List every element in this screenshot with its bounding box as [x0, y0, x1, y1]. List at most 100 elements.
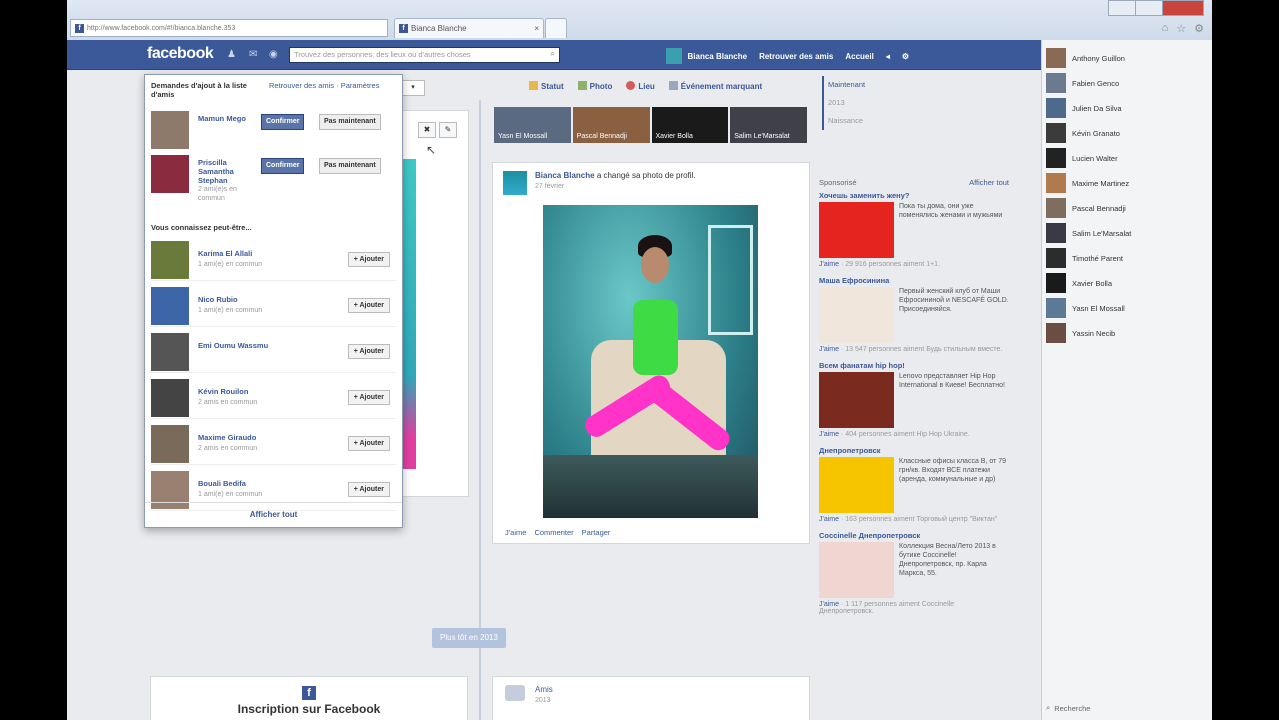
chat-friend[interactable]: Fabien Genco — [1046, 73, 1206, 93]
share-link[interactable]: Partager — [582, 528, 611, 537]
not-now-button[interactable]: Pas maintenant — [319, 158, 381, 174]
year-now[interactable]: Maintenant — [828, 76, 865, 94]
avatar[interactable] — [151, 155, 189, 193]
suggestion-name[interactable]: Nico Rubio — [198, 295, 238, 304]
maximize-button[interactable] — [1135, 0, 1163, 16]
request-name[interactable]: Mamun Mego — [198, 114, 258, 123]
avatar[interactable] — [151, 379, 189, 417]
place-tab[interactable]: Lieu — [626, 81, 655, 91]
year-birth[interactable]: Naissance — [828, 112, 865, 130]
profile-avatar[interactable] — [665, 48, 682, 64]
avatar[interactable] — [151, 111, 189, 149]
friend-thumb[interactable]: Xavier Bolla — [651, 107, 729, 143]
like-link[interactable]: J'aime — [505, 528, 526, 537]
chat-friend[interactable]: Salim Le'Marsalat — [1046, 223, 1206, 243]
ad-item[interactable]: Coccinelle Днепропетровск Коллекция Весн… — [819, 531, 1009, 615]
messages-icon[interactable]: ✉ — [249, 49, 259, 60]
ad-image[interactable] — [819, 372, 894, 428]
ad-item[interactable]: Маша Ефросинина Первый женский клуб от М… — [819, 276, 1009, 353]
add-friend-button[interactable]: + Ajouter — [347, 298, 390, 313]
tab-close-icon[interactable]: × — [534, 24, 539, 33]
settings-link[interactable]: Paramètres — [341, 81, 380, 90]
event-tab[interactable]: Événement marquant — [668, 81, 762, 91]
avatar[interactable] — [151, 241, 189, 279]
avatar[interactable] — [151, 425, 189, 463]
chat-friend[interactable]: Lucien Walter — [1046, 148, 1206, 168]
friend-thumb[interactable]: Salim Le'Marsalat — [730, 107, 807, 143]
ad-like-link[interactable]: J'aime — [819, 346, 839, 353]
avatar[interactable] — [151, 333, 189, 371]
chat-friend[interactable]: Pascal Bennadji — [1046, 198, 1206, 218]
find-friends-link[interactable]: Retrouver des amis — [759, 52, 833, 61]
add-friend-button[interactable]: + Ajouter — [347, 252, 390, 267]
ad-title[interactable]: Маша Ефросинина — [819, 276, 1009, 285]
chat-search[interactable]: ⌕ Recherche — [1046, 701, 1209, 715]
close-icon[interactable]: ✖ — [418, 122, 436, 138]
photo-tab[interactable]: Photo — [577, 81, 612, 91]
ad-title[interactable]: Всем фанатам hip hop! — [819, 361, 1009, 370]
show-all-ads-link[interactable]: Afficher tout — [969, 178, 1009, 187]
ad-image[interactable] — [819, 542, 894, 598]
add-friend-button[interactable]: + Ajouter — [347, 436, 390, 451]
friend-requests-icon[interactable]: ♟ — [227, 49, 237, 60]
home-icon[interactable]: ⌂ — [1162, 22, 1169, 35]
chat-friend[interactable]: Timothé Parent — [1046, 248, 1206, 268]
signup-box[interactable]: f Inscription sur Facebook — [150, 676, 468, 720]
profile-photo[interactable] — [543, 205, 758, 518]
add-friend-button[interactable]: + Ajouter — [347, 482, 390, 497]
ad-image[interactable] — [819, 202, 894, 258]
ad-like-link[interactable]: J'aime — [819, 431, 839, 438]
notifications-icon[interactable]: ◉ — [269, 49, 279, 60]
suggestion-name[interactable]: Bouali Bedifa — [198, 479, 246, 488]
search-input[interactable]: Trouvez des personnes, des lieux ou d'au… — [289, 47, 560, 63]
search-icon[interactable]: ⌕ — [551, 49, 555, 59]
suggestion-name[interactable]: Karima El Allali — [198, 249, 252, 258]
confirm-button[interactable]: Confirmer — [261, 158, 305, 174]
suggestion-name[interactable]: Kévin Rouilon — [198, 387, 248, 396]
add-friend-button[interactable]: + Ajouter — [347, 344, 390, 359]
new-tab-button[interactable] — [545, 18, 567, 38]
chat-friend[interactable]: Yassin Necib — [1046, 323, 1206, 343]
author-link[interactable]: Bianca Blanche — [535, 171, 595, 180]
ad-item[interactable]: Днепропетровск Классные офисы класса B, … — [819, 446, 1009, 523]
ad-like-link[interactable]: J'aime — [819, 261, 839, 268]
ad-image[interactable] — [819, 287, 894, 343]
facebook-logo[interactable]: facebook — [147, 45, 214, 63]
add-friend-button[interactable]: + Ajouter — [347, 390, 390, 405]
year-2013[interactable]: 2013 — [828, 94, 865, 112]
ad-image[interactable] — [819, 457, 894, 513]
ad-title[interactable]: Coccinelle Днепропетровск — [819, 531, 1009, 540]
request-name[interactable]: Priscilla Samantha Stephan 2 ami(e)s en c… — [198, 158, 258, 203]
earlier-in-2013-button[interactable]: Plus tôt en 2013 — [432, 628, 506, 648]
privacy-icon[interactable]: ◂ — [886, 52, 890, 61]
edit-pencil-icon[interactable]: ✎ — [439, 122, 457, 138]
comment-link[interactable]: Commenter — [534, 528, 573, 537]
chat-friend[interactable]: Maxime Martinez — [1046, 173, 1206, 193]
ad-title[interactable]: Днепропетровск — [819, 446, 1009, 455]
suggestion-name[interactable]: Emi Oumu Wassmu — [198, 341, 268, 350]
star-icon[interactable]: ☆ — [1176, 22, 1186, 35]
suggestion-name[interactable]: Maxime Giraudo — [198, 433, 256, 442]
chat-friend[interactable]: Xavier Bolla — [1046, 273, 1206, 293]
dropdown-caret-button[interactable]: ▾ — [401, 80, 425, 96]
friend-thumb[interactable]: Pascal Bennadji — [572, 107, 650, 143]
ad-item[interactable]: Хочешь заменить жену? Пока ты дома, они … — [819, 191, 1009, 268]
find-friends-link[interactable]: Retrouver des amis — [269, 81, 334, 90]
close-window-button[interactable] — [1162, 0, 1204, 16]
confirm-button[interactable]: Confirmer — [261, 114, 305, 130]
profile-link[interactable]: Bianca Blanche — [688, 52, 748, 61]
chat-friend[interactable]: Kévin Granato — [1046, 123, 1206, 143]
home-link[interactable]: Accueil — [845, 52, 873, 61]
friends-title[interactable]: Amis — [535, 685, 553, 694]
ad-like-link[interactable]: J'aime — [819, 601, 839, 608]
address-bar[interactable]: f http://www.facebook.com/#!/bianca.blan… — [70, 19, 388, 37]
post-time[interactable]: 27 février — [535, 183, 564, 190]
avatar[interactable] — [151, 287, 189, 325]
author-avatar[interactable] — [503, 171, 527, 195]
chat-friend[interactable]: Yasn El Mossall — [1046, 298, 1206, 318]
show-all-requests-link[interactable]: Afficher tout — [145, 502, 402, 527]
chat-friend[interactable]: Anthony Guillon — [1046, 48, 1206, 68]
chat-friend[interactable]: Julien Da Silva — [1046, 98, 1206, 118]
ad-title[interactable]: Хочешь заменить жену? — [819, 191, 1009, 200]
minimize-button[interactable] — [1108, 0, 1136, 16]
